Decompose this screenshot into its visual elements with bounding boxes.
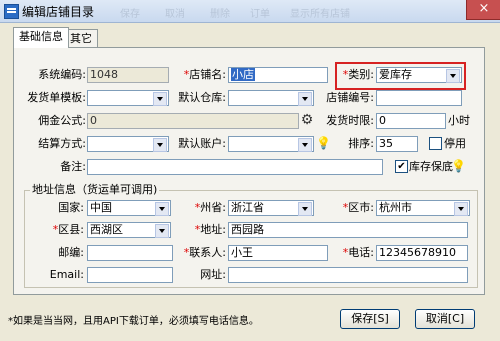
window-title: 编辑店铺目录 (22, 5, 95, 19)
chevron-down-icon (153, 92, 167, 106)
email-label: Email: (49, 268, 84, 281)
close-button[interactable]: × (466, 0, 500, 20)
stock-keep-checkbox[interactable]: ✔ (395, 160, 408, 173)
category-select[interactable]: 爱库存 (376, 67, 462, 83)
commission-field: 0 (87, 113, 299, 129)
address-label: 地址: (186, 222, 226, 238)
chevron-down-icon (298, 138, 312, 152)
system-code-field: 1048 (87, 67, 169, 83)
lightbulb-icon[interactable]: 💡 (316, 136, 331, 150)
email-input[interactable] (87, 267, 173, 283)
remark-input[interactable] (87, 159, 383, 175)
toolbar-ghost-showall: 显示所有店铺 (290, 9, 350, 20)
phone-label: 电话: (326, 245, 374, 261)
default-warehouse-label: 默认仓库: (178, 91, 226, 104)
ship-limit-input[interactable]: 0 (376, 113, 446, 129)
default-account-label: 默认账户: (178, 137, 226, 150)
footer-notice: *如果是当当网，且用API下载订单，必须填写电话信息。 (8, 316, 259, 327)
contact-label: 联系人: (176, 245, 226, 261)
website-label: 网址: (200, 268, 226, 281)
district-label: 区县: (30, 222, 84, 238)
disable-label: 停用 (444, 137, 466, 150)
tab-other[interactable]: 其它 (64, 29, 98, 48)
settle-method-select[interactable] (87, 136, 169, 152)
phone-input[interactable]: 12345678910 (376, 245, 468, 261)
app-icon (4, 4, 19, 19)
save-button[interactable]: 保存[S] (340, 309, 400, 329)
city-label: 区市: (326, 200, 374, 216)
settle-method-label: 结算方式: (38, 137, 86, 150)
commission-label: 佣金公式: (38, 114, 86, 127)
sort-input[interactable]: 35 (376, 136, 418, 152)
address-group-title: 地址信息（货运单可调用) (30, 183, 160, 197)
sort-label: 排序: (348, 137, 374, 150)
ship-template-label: 发货单模板: (27, 91, 86, 104)
lightbulb-icon[interactable]: 💡 (451, 159, 466, 173)
address-input[interactable]: 西园路 (228, 222, 468, 238)
store-name-input[interactable]: 小店 (228, 67, 328, 83)
chevron-down-icon (454, 202, 468, 216)
stock-keep-label: 库存保底 (409, 160, 453, 173)
title-bar: 编辑店铺目录 保存 取消 删除 订单 显示所有店铺 × (0, 0, 500, 23)
district-select[interactable]: 西湖区 (87, 222, 171, 238)
remark-label: 备注: (60, 160, 86, 173)
system-code-label: 系统编码: (38, 68, 86, 81)
website-input[interactable] (228, 267, 468, 283)
chevron-down-icon (155, 224, 169, 238)
store-name-label: 店铺名: (176, 67, 226, 83)
country-label: 国家: (58, 201, 84, 214)
chevron-down-icon (298, 92, 312, 106)
tab-basic-info[interactable]: 基础信息 (13, 27, 69, 48)
zip-input[interactable] (87, 245, 173, 261)
ship-limit-unit: 小时 (448, 114, 470, 127)
gear-icon[interactable]: ⚙ (300, 113, 314, 127)
default-account-select[interactable] (228, 136, 314, 152)
city-select[interactable]: 杭州市 (376, 200, 470, 216)
disable-checkbox[interactable] (429, 137, 442, 150)
chevron-down-icon (153, 138, 167, 152)
contact-input[interactable]: 小王 (228, 245, 328, 261)
chevron-down-icon (155, 202, 169, 216)
cancel-button[interactable]: 取消[C] (415, 309, 475, 329)
country-select[interactable]: 中国 (87, 200, 171, 216)
ship-template-select[interactable] (87, 90, 169, 106)
store-number-input[interactable] (376, 90, 462, 106)
chevron-down-icon (446, 69, 460, 83)
category-label: 类别: (338, 67, 374, 83)
ship-limit-label: 发货时限: (326, 114, 374, 127)
province-select[interactable]: 浙江省 (228, 200, 314, 216)
store-number-label: 店铺编号: (326, 91, 374, 104)
default-warehouse-select[interactable] (228, 90, 314, 106)
zip-label: 邮编: (58, 246, 84, 259)
chevron-down-icon (298, 202, 312, 216)
province-label: 州省: (186, 200, 226, 216)
